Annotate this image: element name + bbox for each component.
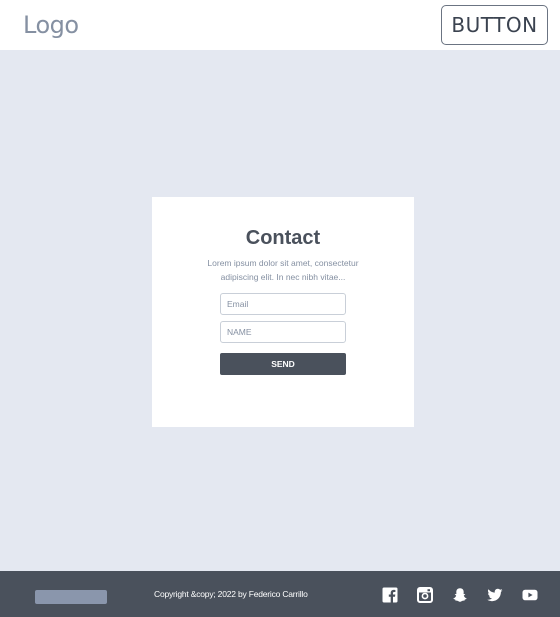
contact-title: Contact [245, 227, 321, 249]
header-button[interactable]: BUTTON [441, 5, 548, 45]
twitter-icon[interactable] [487, 587, 503, 603]
copyright-text: Copyright &copy; 2022 by Federico Carril… [154, 589, 308, 599]
site-footer: Copyright &copy; 2022 by Federico Carril… [0, 571, 560, 617]
youtube-icon[interactable] [522, 587, 538, 603]
footer-logo-placeholder [35, 590, 107, 604]
facebook-icon[interactable] [382, 587, 398, 603]
name-input[interactable] [220, 321, 346, 343]
social-links [382, 587, 538, 603]
send-button[interactable]: SEND [220, 353, 346, 375]
contact-card: Contact Lorem ipsum dolor sit amet, cons… [152, 197, 414, 427]
logo[interactable]: Logo [23, 11, 79, 39]
snapchat-icon[interactable] [452, 587, 468, 603]
instagram-icon[interactable] [417, 587, 433, 603]
site-header: Logo BUTTON [0, 0, 560, 50]
contact-description: Lorem ipsum dolor sit amet, consectetur … [207, 258, 359, 282]
email-input[interactable] [220, 293, 346, 315]
